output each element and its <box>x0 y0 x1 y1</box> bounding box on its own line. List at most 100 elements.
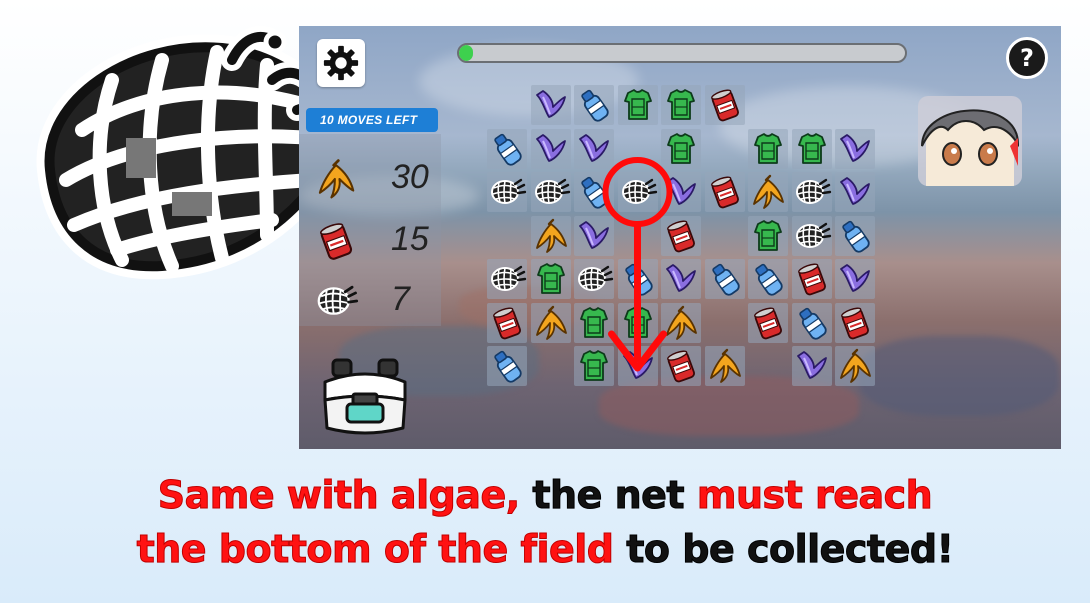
game-screen[interactable]: ? 10 MOVES LEFT 30 15 7 <box>299 26 1061 449</box>
net-icon <box>792 172 832 212</box>
jersey-icon <box>748 216 788 256</box>
board-tile[interactable] <box>530 128 571 169</box>
caption-line-1: Same with algae, the net must reach <box>0 468 1090 522</box>
jersey-icon <box>618 303 658 343</box>
algae-icon <box>531 129 571 169</box>
board-tile[interactable] <box>661 215 701 256</box>
board-tile[interactable] <box>530 259 571 299</box>
jersey-icon <box>574 303 614 343</box>
water-bottle-icon <box>618 259 658 299</box>
board-tile[interactable] <box>617 259 658 299</box>
board-tile[interactable] <box>748 259 788 299</box>
board-tile[interactable] <box>574 215 614 256</box>
board-tile[interactable] <box>661 172 701 212</box>
board-tile[interactable] <box>487 172 527 212</box>
caption-segment: the net <box>532 473 697 518</box>
board-tile[interactable] <box>487 346 527 386</box>
board-tile[interactable] <box>704 346 745 386</box>
water-bottle-icon <box>487 346 527 386</box>
board-tile[interactable] <box>835 259 875 299</box>
banana-peel-icon <box>748 172 788 212</box>
board-tile[interactable] <box>617 172 658 212</box>
board-tile[interactable] <box>791 302 832 343</box>
net-icon <box>487 172 527 212</box>
board-tile[interactable] <box>574 302 614 343</box>
caption-segment: the bottom of the field <box>136 527 627 572</box>
board-tile[interactable] <box>835 302 875 343</box>
board-tile[interactable] <box>791 128 832 169</box>
algae-icon <box>574 216 614 256</box>
board-tile[interactable] <box>835 215 875 256</box>
soda-can-icon <box>313 218 359 264</box>
water-bottle-icon <box>574 85 614 125</box>
board-tile[interactable] <box>835 346 875 386</box>
jersey-icon <box>531 259 571 299</box>
caption-segment: to be collected! <box>626 527 955 572</box>
net-icon <box>313 278 359 324</box>
banana-peel-icon <box>531 303 571 343</box>
jersey-icon <box>661 85 701 125</box>
caption: Same with algae, the net must reach the … <box>0 468 1090 576</box>
board-tile[interactable] <box>791 215 832 256</box>
board-tile[interactable] <box>791 346 832 386</box>
board-tile[interactable] <box>661 85 701 125</box>
character-portrait <box>918 96 1022 186</box>
algae-icon <box>531 85 571 125</box>
board-tile[interactable] <box>530 172 571 212</box>
algae-icon <box>661 172 701 212</box>
board-tile[interactable] <box>530 215 571 256</box>
jersey-icon <box>792 129 832 169</box>
board-tile[interactable] <box>791 172 832 212</box>
board-tile[interactable] <box>617 346 658 386</box>
caption-segment: Same with algae, <box>157 473 533 518</box>
board-tile[interactable] <box>574 85 614 125</box>
board-tile[interactable] <box>487 128 527 169</box>
moves-left-label: 10 MOVES LEFT <box>320 113 418 127</box>
caption-line-2: the bottom of the field to be collected! <box>0 522 1090 576</box>
board-tile[interactable] <box>574 346 614 386</box>
goal-net: 7 <box>313 276 437 328</box>
gear-icon <box>323 45 359 81</box>
board-tile[interactable] <box>748 215 788 256</box>
goal-count: 7 <box>391 280 410 318</box>
board-tile[interactable] <box>748 172 788 212</box>
net-icon <box>574 259 614 299</box>
algae-icon <box>835 129 875 169</box>
board-tile[interactable] <box>835 172 875 212</box>
settings-button[interactable] <box>317 39 365 87</box>
board-tile[interactable] <box>704 172 745 212</box>
help-button[interactable]: ? <box>1006 37 1048 79</box>
board-tile[interactable] <box>704 259 745 299</box>
board-tile[interactable] <box>748 302 788 343</box>
board-tile[interactable] <box>530 302 571 343</box>
board-tile[interactable] <box>791 259 832 299</box>
board-tile[interactable] <box>530 85 571 125</box>
board-tile[interactable] <box>574 259 614 299</box>
cooler-box-icon[interactable] <box>319 356 411 440</box>
board-tile[interactable] <box>574 172 614 212</box>
board-tile[interactable] <box>617 302 658 343</box>
soda-can-icon <box>835 303 875 343</box>
board-tile[interactable] <box>748 128 788 169</box>
goal-count: 30 <box>391 158 429 196</box>
banana-peel-icon <box>661 303 701 343</box>
board-tile[interactable] <box>617 85 658 125</box>
board-tile[interactable] <box>835 128 875 169</box>
banana-peel-icon <box>531 216 571 256</box>
soda-can-icon <box>487 303 527 343</box>
board-tile[interactable] <box>574 128 614 169</box>
board-tile[interactable] <box>661 302 701 343</box>
goal-banana-peel: 30 <box>313 154 437 206</box>
board-tile[interactable] <box>661 128 701 169</box>
net-icon <box>792 216 832 256</box>
net-icon <box>531 172 571 212</box>
board-tile[interactable] <box>661 346 701 386</box>
board-tile[interactable] <box>704 85 745 125</box>
board-tile[interactable] <box>487 259 527 299</box>
board-tile[interactable] <box>487 302 527 343</box>
goal-count: 15 <box>391 220 429 258</box>
soda-can-icon <box>705 85 745 125</box>
jersey-icon <box>661 129 701 169</box>
board-tile[interactable] <box>661 259 701 299</box>
algae-icon <box>835 259 875 299</box>
